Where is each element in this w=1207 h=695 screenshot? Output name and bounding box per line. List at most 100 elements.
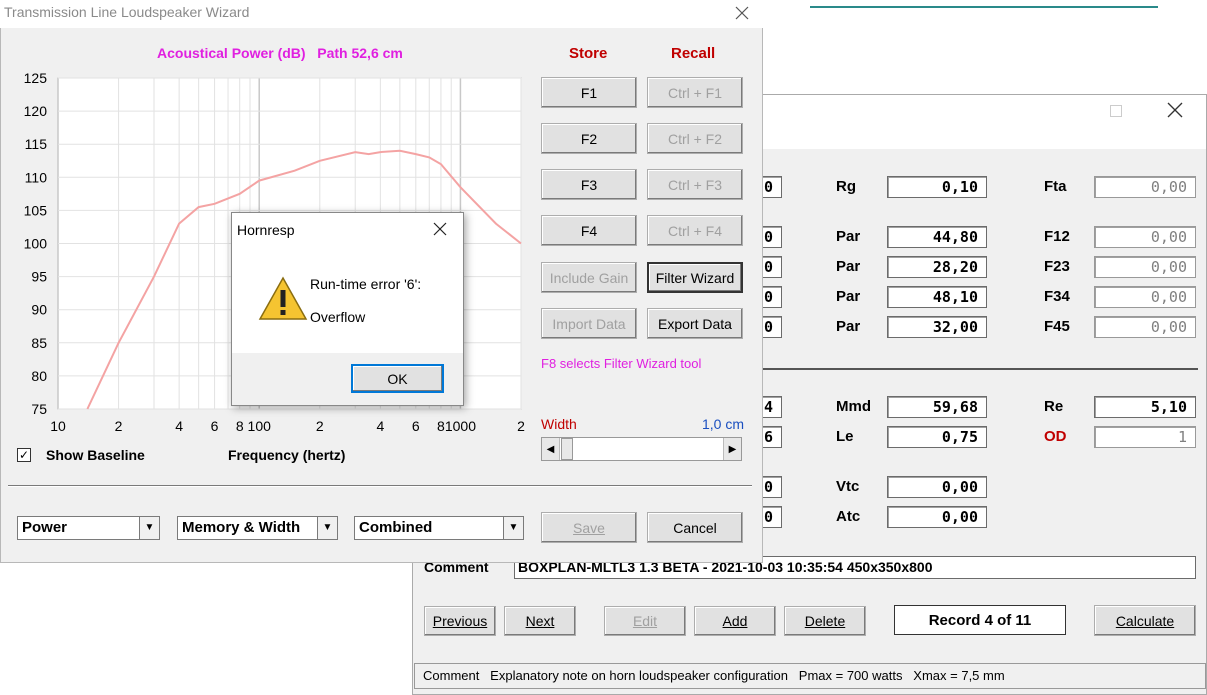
filter-wizard-button[interactable]: Filter Wizard (647, 262, 743, 293)
label-f34: F34 (1044, 288, 1070, 305)
field-fta[interactable]: 0,00 (1094, 176, 1196, 198)
field-atc[interactable]: 0,00 (887, 506, 987, 528)
label-par-2: Par (836, 258, 861, 275)
field-mmd[interactable]: 59,68 (887, 396, 987, 418)
wizard-close-icon[interactable] (732, 3, 752, 23)
field-re[interactable]: 5,10 (1094, 396, 1196, 418)
previous-button[interactable]: Previous (424, 606, 496, 636)
combo-combined[interactable]: Combined ▼ (354, 516, 524, 540)
chart-heading: Acoustical Power (dB) Path 52,6 cm (157, 45, 403, 61)
field-f34[interactable]: 0,00 (1094, 286, 1196, 308)
label-f12: F12 (1044, 228, 1070, 245)
field-od[interactable]: 1 (1094, 426, 1196, 448)
chevron-down-icon: ▼ (139, 517, 159, 539)
edit-button[interactable]: Edit (604, 606, 686, 636)
label-par-1: Par (836, 228, 861, 245)
scroll-left-icon[interactable]: ◀ (542, 438, 560, 460)
combo-combined-value: Combined (359, 519, 433, 536)
show-baseline-checkbox[interactable]: ✓ (17, 448, 31, 462)
next-button[interactable]: Next (504, 606, 576, 636)
label-f45: F45 (1044, 318, 1070, 335)
store-f4-button[interactable]: F4 (541, 215, 637, 246)
y-tick-label: 115 (25, 136, 48, 152)
dialog-title: Hornresp (237, 222, 295, 238)
x-tick-label: 2 (115, 418, 123, 434)
combo-memory[interactable]: Memory & Width ▼ (177, 516, 338, 540)
field-f45[interactable]: 0,00 (1094, 316, 1196, 338)
slider-thumb[interactable] (561, 438, 573, 460)
combo-memory-value: Memory & Width (182, 519, 301, 536)
y-tick-label: 80 (31, 368, 47, 384)
field-par-4[interactable]: 32,00 (887, 316, 987, 338)
maximize-icon[interactable] (1110, 105, 1122, 117)
scroll-right-icon[interactable]: ▶ (723, 438, 741, 460)
x-tick-label: 1000 (445, 418, 476, 434)
field-f12[interactable]: 0,00 (1094, 226, 1196, 248)
combo-power[interactable]: Power ▼ (17, 516, 160, 540)
background-top-strip (810, 0, 1158, 8)
field-rg[interactable]: 0,10 (887, 176, 987, 198)
add-button[interactable]: Add (694, 606, 776, 636)
field-par-1[interactable]: 44,80 (887, 226, 987, 248)
label-atc: Atc (836, 508, 861, 525)
label-vtc: Vtc (836, 478, 860, 495)
field-f23[interactable]: 0,00 (1094, 256, 1196, 278)
x-tick-label: 8 (236, 418, 244, 434)
minimize-icon[interactable] (1053, 111, 1065, 112)
x-tick-label: 6 (211, 418, 219, 434)
y-tick-label: 120 (24, 103, 48, 119)
y-tick-label: 110 (25, 169, 48, 185)
label-re: Re (1044, 398, 1064, 415)
recall-f3-button[interactable]: Ctrl + F3 (647, 169, 743, 200)
field-vtc[interactable]: 0,00 (887, 476, 987, 498)
label-mmd: Mmd (836, 398, 871, 415)
status-bar: Comment Explanatory note on horn loudspe… (414, 663, 1206, 689)
x-tick-label: 8 (437, 418, 445, 434)
field-le[interactable]: 0,75 (887, 426, 987, 448)
wizard-title: Transmission Line Loudspeaker Wizard (4, 4, 250, 20)
x-tick-label: 2 (517, 418, 525, 434)
x-tick-label: 10 (50, 418, 66, 434)
separator (8, 485, 752, 487)
width-label: Width (541, 416, 577, 432)
export-data-button[interactable]: Export Data (647, 308, 743, 339)
y-tick-label: 75 (31, 401, 47, 417)
error-line-1: Run-time error '6': (310, 276, 422, 292)
close-icon[interactable] (1165, 100, 1185, 120)
show-baseline-label: Show Baseline (46, 447, 145, 463)
x-tick-label: 4 (175, 418, 183, 434)
include-gain-button[interactable]: Include Gain (541, 262, 637, 293)
dialog-close-icon[interactable] (432, 221, 448, 237)
store-f1-button[interactable]: F1 (541, 77, 637, 108)
label-par-3: Par (836, 288, 861, 305)
field-par-3[interactable]: 48,10 (887, 286, 987, 308)
y-tick-label: 125 (24, 70, 48, 86)
width-value: 1,0 cm (702, 416, 745, 432)
calculate-button[interactable]: Calculate (1094, 605, 1196, 636)
width-slider[interactable]: ◀ ▶ (541, 437, 742, 461)
save-button[interactable]: Save (541, 512, 637, 543)
f8-hint: F8 selects Filter Wizard tool (541, 356, 702, 371)
label-fta: Fta (1044, 178, 1067, 195)
chevron-down-icon: ▼ (317, 517, 337, 539)
recall-f4-button[interactable]: Ctrl + F4 (647, 215, 743, 246)
import-data-button[interactable]: Import Data (541, 308, 637, 339)
field-par-2[interactable]: 28,20 (887, 256, 987, 278)
frequency-axis-label: Frequency (hertz) (228, 447, 346, 463)
label-le: Le (836, 428, 854, 445)
y-tick-label: 105 (24, 202, 48, 218)
store-f3-button[interactable]: F3 (541, 169, 637, 200)
y-tick-label: 95 (31, 269, 47, 285)
recall-f1-button[interactable]: Ctrl + F1 (647, 77, 743, 108)
label-par-4: Par (836, 318, 861, 335)
delete-button[interactable]: Delete (784, 606, 866, 636)
recall-label: Recall (671, 45, 716, 62)
y-tick-label: 100 (24, 236, 48, 252)
ok-button[interactable]: OK (351, 364, 444, 393)
recall-f2-button[interactable]: Ctrl + F2 (647, 123, 743, 154)
label-rg: Rg (836, 178, 856, 195)
warning-icon (258, 276, 308, 322)
cancel-button[interactable]: Cancel (647, 512, 743, 543)
label-f23: F23 (1044, 258, 1070, 275)
store-f2-button[interactable]: F2 (541, 123, 637, 154)
